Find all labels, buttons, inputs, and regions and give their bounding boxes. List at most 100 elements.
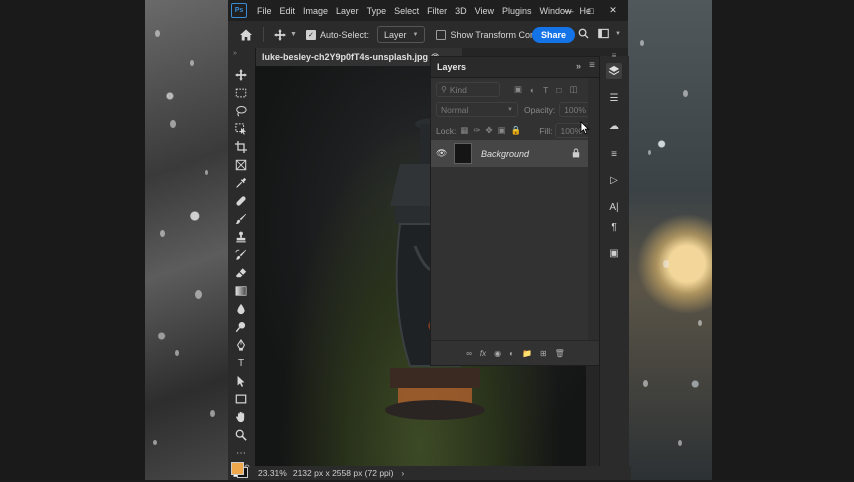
chevron-right-icon[interactable]: › [402,469,405,478]
menu-type[interactable]: Type [363,6,391,16]
lock-all-icon[interactable]: 🔒 [511,125,522,136]
stamp-icon[interactable] [234,230,248,244]
properties-icon[interactable]: ≡ [606,146,622,162]
menu-view[interactable]: View [471,6,498,16]
menu-filter[interactable]: Filter [423,6,451,16]
filter-type-icon[interactable]: T [543,85,548,95]
brush-icon[interactable] [234,212,248,226]
foreground-color-swatch[interactable] [231,462,244,475]
search-icon[interactable] [578,28,589,41]
rain-window-photo-right [628,0,712,480]
menu-3d[interactable]: 3D [451,6,471,16]
blend-mode-dropdown[interactable]: Normal ▼ [436,102,518,117]
layers-panel: Layers » ≡ ⚲ Kind ▣ ◐ T □ ◫ Normal ▼ Opa… [430,56,601,366]
panel-menu-icon[interactable]: ≡ [589,60,595,71]
path-select-icon[interactable] [234,374,248,388]
share-button[interactable]: Share [532,26,576,43]
lock-transparency-icon[interactable]: ▦ [460,125,468,136]
toolbar-collapse-icon[interactable]: » [233,50,237,57]
pen-icon[interactable] [234,338,248,352]
new-group-icon[interactable]: 📁 [522,349,532,358]
menu-file[interactable]: File [253,6,276,16]
close-icon[interactable]: ✕ [602,0,624,21]
blend-row: Normal ▼ Opacity: 100% [436,102,598,117]
stamp-panel-icon[interactable]: ▷ [606,172,622,188]
paragraph-icon[interactable]: ¶ [606,219,622,235]
adjustments-icon[interactable]: ☰ [606,90,622,106]
dodge-icon[interactable] [234,320,248,334]
fill-label: Fill: [539,125,553,136]
move-icon[interactable] [234,68,248,82]
layers-icon[interactable] [606,63,622,79]
healing-icon[interactable] [234,194,248,208]
auto-select-target-dropdown[interactable]: Layer ▼ [376,26,426,43]
layers-tab[interactable]: Layers [437,62,466,72]
lasso-icon[interactable] [234,104,248,118]
type-icon[interactable]: T [234,356,248,370]
add-mask-icon[interactable]: ◉ [494,349,501,358]
menu-bar: Ps File Edit Image Layer Type Select Fil… [228,0,628,21]
home-icon[interactable] [239,28,253,42]
menu-select[interactable]: Select [390,6,423,16]
filter-shape-icon[interactable]: □ [556,85,561,95]
lock-artboard-icon[interactable]: ▣ [498,125,506,136]
chevron-down-icon[interactable]: ▼ [615,31,621,37]
crop-icon[interactable] [234,140,248,154]
filter-smart-object-icon[interactable]: ◫ [570,84,578,95]
menu-plugins[interactable]: Plugins [498,6,536,16]
link-layers-icon[interactable]: ∞ [466,349,472,358]
chevron-down-icon: ▼ [412,31,419,38]
menu-image[interactable]: Image [299,6,332,16]
zoom-level[interactable]: 23.31% [258,468,287,478]
eraser-icon[interactable] [234,266,248,280]
filter-adjustment-icon[interactable]: ◐ [530,85,535,95]
delete-layer-icon[interactable]: 🗑 [555,349,565,358]
filter-pixel-icon[interactable]: ▣ [514,84,522,95]
new-layer-icon[interactable]: ⊞ [540,349,547,358]
move-tool-preset-icon[interactable] [273,28,287,42]
photoshop-window: Ps File Edit Image Layer Type Select Fil… [228,0,631,480]
eyedropper-icon[interactable] [234,176,248,190]
more-icon[interactable]: ⋯ [234,446,248,460]
marquee-icon[interactable] [234,86,248,100]
gradient-icon[interactable] [234,284,248,298]
status-bar: 23.31% 2132 px x 2558 px (72 ppi) › [255,466,631,480]
collapse-panel-icon[interactable]: » [576,61,581,71]
panel-dock-menu-icon[interactable]: ≡ [606,47,622,63]
rectangle-icon[interactable] [234,392,248,406]
adjustment-layer-icon[interactable]: ◐ [509,349,514,358]
character-icon[interactable]: A| [606,199,622,215]
libraries-icon[interactable]: ☁ [606,118,622,134]
kind-filter-dropdown[interactable]: ⚲ Kind [436,82,500,97]
hand-icon[interactable] [234,410,248,424]
auto-select-checkbox[interactable]: ✓ [305,29,316,40]
visibility-eye-icon[interactable]: 👁 [436,148,450,159]
history-brush-icon[interactable] [234,248,248,262]
lock-position-icon[interactable]: ✥ [485,125,492,136]
lock-icon [572,148,580,160]
lock-label: Lock: [436,125,457,136]
workspace-icon[interactable] [598,28,609,41]
layer-name[interactable]: Background [481,149,529,159]
menu-layer[interactable]: Layer [332,6,363,16]
zoom-icon[interactable] [234,428,248,442]
fill-value: 100% [560,125,583,136]
auto-select-label: Auto-Select: [319,29,369,40]
lock-row: Lock: ▦ ✑ ✥ ▣ 🔒 Fill: 100% [436,123,592,138]
glyphs-icon[interactable]: ▣ [606,245,622,261]
frame-icon[interactable] [234,158,248,172]
menu-edit[interactable]: Edit [276,6,300,16]
layers-panel-footer: ∞ fx ◉ ◐ 📁 ⊞ 🗑 [431,340,600,365]
layer-row-background[interactable]: 👁 Background [431,140,588,167]
maximize-icon[interactable]: □ [580,0,602,21]
mouse-cursor-icon [580,121,590,135]
lock-image-icon[interactable]: ✑ [473,125,480,136]
show-transform-checkbox[interactable] [436,29,447,40]
layer-style-fx-button[interactable]: fx [480,349,486,358]
object-select-icon[interactable] [234,122,248,136]
minimize-icon[interactable]: — [558,0,580,21]
blur-icon[interactable] [234,302,248,316]
chevron-down-icon[interactable]: ▼ [290,31,297,38]
backdrop-right [712,0,854,480]
auto-select-target-value: Layer [383,29,407,40]
